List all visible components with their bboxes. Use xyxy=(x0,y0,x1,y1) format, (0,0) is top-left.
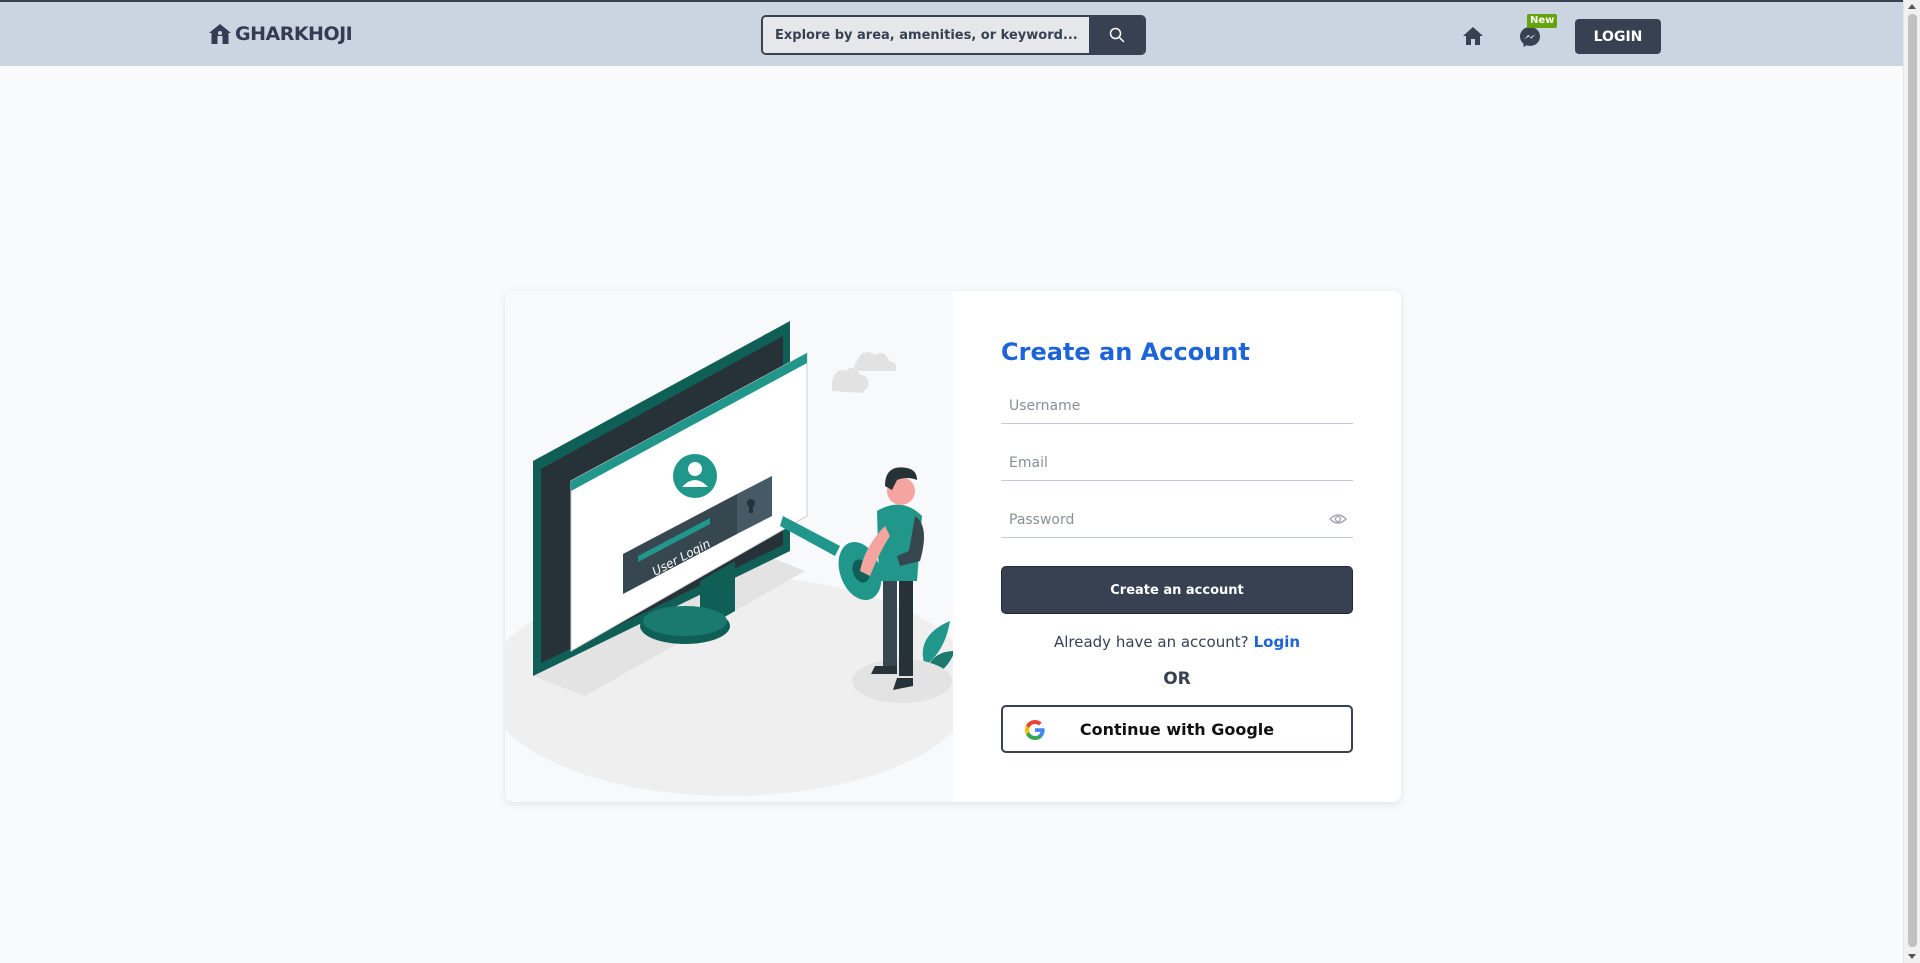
illustration-graphic: User Login xyxy=(505,321,975,796)
brand-logo[interactable]: GHARKHOJI xyxy=(208,22,353,46)
google-button-label: Continue with Google xyxy=(1079,719,1275,739)
form-title: Create an Account xyxy=(1001,338,1250,366)
new-badge: New xyxy=(1527,14,1558,28)
search-input[interactable] xyxy=(763,17,1089,53)
login-illustration: User Login xyxy=(505,291,975,802)
google-signin-button[interactable]: Continue with Google xyxy=(1001,705,1353,753)
home-icon[interactable] xyxy=(1462,26,1484,46)
search-button[interactable] xyxy=(1089,17,1144,53)
scroll-down-arrow-icon[interactable] xyxy=(1908,954,1916,959)
scroll-up-arrow-icon[interactable] xyxy=(1908,4,1916,9)
login-button[interactable]: LOGIN xyxy=(1575,19,1661,54)
login-link[interactable]: Login xyxy=(1254,633,1300,651)
brand-name: GHARKHOJI xyxy=(235,23,353,45)
password-input[interactable] xyxy=(1001,502,1353,537)
or-divider: OR xyxy=(1163,669,1191,689)
scroll-thumb[interactable] xyxy=(1908,14,1917,947)
signup-card: User Login Create an Account Username Em… xyxy=(505,291,1401,802)
password-field-wrapper xyxy=(1001,502,1353,538)
search-icon xyxy=(1109,27,1124,43)
already-have-account: Already have an account? Login xyxy=(1001,633,1353,651)
top-navbar: GHARKHOJI New LOGIN xyxy=(0,0,1903,66)
page-scrollbar[interactable] xyxy=(1903,0,1920,963)
create-account-button[interactable]: Create an account xyxy=(1001,566,1353,614)
email-input[interactable] xyxy=(1001,445,1353,480)
username-field-wrapper xyxy=(1001,388,1353,424)
already-text: Already have an account? xyxy=(1053,633,1249,651)
google-icon xyxy=(1025,720,1045,740)
email-field-wrapper xyxy=(1001,445,1353,481)
eye-icon[interactable] xyxy=(1329,512,1347,526)
username-input[interactable] xyxy=(1001,388,1353,423)
home-logo-icon xyxy=(209,24,231,44)
search-bar xyxy=(761,15,1146,55)
messenger-icon[interactable] xyxy=(1519,26,1541,48)
